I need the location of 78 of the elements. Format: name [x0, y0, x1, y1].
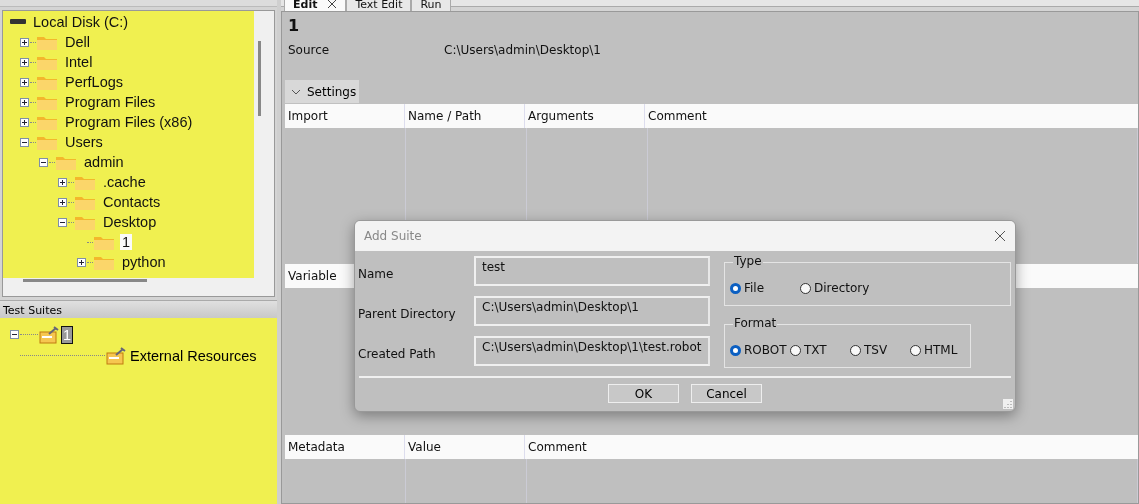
group-title: Type: [733, 254, 763, 268]
folder-icon: [94, 234, 114, 250]
scroll-bar[interactable]: [258, 41, 261, 116]
option-label: TXT: [804, 343, 827, 357]
scroll-bar[interactable]: [23, 279, 147, 282]
folder-icon: [56, 154, 76, 170]
expander-icon[interactable]: [20, 137, 29, 147]
radio-button[interactable]: [850, 344, 861, 356]
input-field[interactable]: C:\Users\admin\Desktop\1: [474, 296, 710, 326]
field-label: Created Path: [358, 347, 437, 361]
option-label: TSV: [864, 343, 888, 357]
source-label: Source: [288, 43, 331, 57]
tree-item[interactable]: .cache: [101, 174, 148, 190]
tree-item[interactable]: admin: [82, 154, 126, 170]
source-path: C:\Users\admin\Desktop\1: [444, 43, 601, 57]
expander-icon[interactable]: [20, 77, 29, 87]
tree-item[interactable]: Users: [63, 134, 105, 150]
expander-icon[interactable]: [10, 330, 19, 339]
panel-title: Test Suites: [0, 300, 277, 318]
chevron-icon: [291, 88, 301, 95]
radio-button[interactable]: [910, 344, 921, 356]
field-label: Parent Directory: [358, 307, 457, 321]
folder-icon: [37, 74, 57, 90]
drive-icon: [10, 18, 26, 26]
expander-icon[interactable]: [20, 57, 29, 67]
expander-icon[interactable]: [39, 157, 48, 167]
option-label: File: [744, 281, 765, 295]
folder-icon: [75, 214, 95, 230]
folder-icon: [75, 194, 95, 210]
tree-item[interactable]: Intel: [63, 54, 95, 70]
column-header: Variable: [287, 268, 338, 285]
tree-item[interactable]: Contacts: [101, 194, 163, 210]
tree-item[interactable]: External Resources: [128, 346, 259, 365]
option-label: ROBOT: [744, 343, 787, 357]
field-label: Name: [358, 267, 395, 281]
expander-icon[interactable]: [58, 217, 67, 227]
column-header: Comment: [647, 108, 708, 125]
tree-item[interactable]: 1: [120, 234, 133, 250]
option-label: Directory: [814, 281, 870, 295]
tree-item[interactable]: PerfLogs: [63, 74, 126, 90]
settings-toggle[interactable]: Settings: [285, 80, 360, 103]
tree-item[interactable]: Program Files: [63, 94, 158, 110]
expander-icon[interactable]: [20, 97, 29, 107]
expander-icon[interactable]: [77, 257, 86, 267]
folder-icon: [75, 174, 95, 190]
radio-button[interactable]: [790, 344, 801, 356]
expander-icon[interactable]: [20, 117, 29, 127]
column-header: Comment: [527, 439, 588, 456]
folder-icon: [37, 114, 57, 130]
suite-icon: [39, 325, 59, 344]
tree-item[interactable]: Desktop: [101, 214, 159, 230]
folder-icon: [37, 94, 57, 110]
input-field[interactable]: test: [474, 256, 710, 286]
input-field[interactable]: C:\Users\admin\Desktop\1\test.robot: [474, 336, 710, 366]
tree-item[interactable]: Program Files (x86): [63, 114, 195, 130]
expander-icon[interactable]: [20, 37, 29, 47]
folder-icon: [37, 54, 57, 70]
folder-icon: [37, 34, 57, 50]
tree-item[interactable]: Local Disk (C:): [31, 14, 131, 30]
close-icon[interactable]: [327, 0, 338, 9]
dialog-button[interactable]: OK: [608, 384, 679, 403]
suite-title: 1: [287, 16, 301, 37]
close-icon[interactable]: [994, 230, 1006, 242]
dialog-title: Add Suite: [364, 229, 422, 243]
group-title: Format: [733, 316, 778, 330]
expander-icon[interactable]: [58, 197, 67, 207]
radio-button[interactable]: [730, 282, 741, 294]
folder-icon: [37, 134, 57, 150]
resize-grip-icon[interactable]: [1003, 399, 1013, 409]
dialog-button[interactable]: Cancel: [691, 384, 762, 403]
tree-item[interactable]: Dell: [63, 34, 92, 50]
radio-button[interactable]: [800, 282, 811, 294]
tree-item[interactable]: python: [120, 254, 168, 270]
option-label: HTML: [924, 343, 958, 357]
suite-icon: [106, 346, 126, 365]
folder-icon: [94, 254, 114, 270]
expander-icon[interactable]: [58, 177, 67, 187]
radio-button[interactable]: [730, 344, 741, 356]
